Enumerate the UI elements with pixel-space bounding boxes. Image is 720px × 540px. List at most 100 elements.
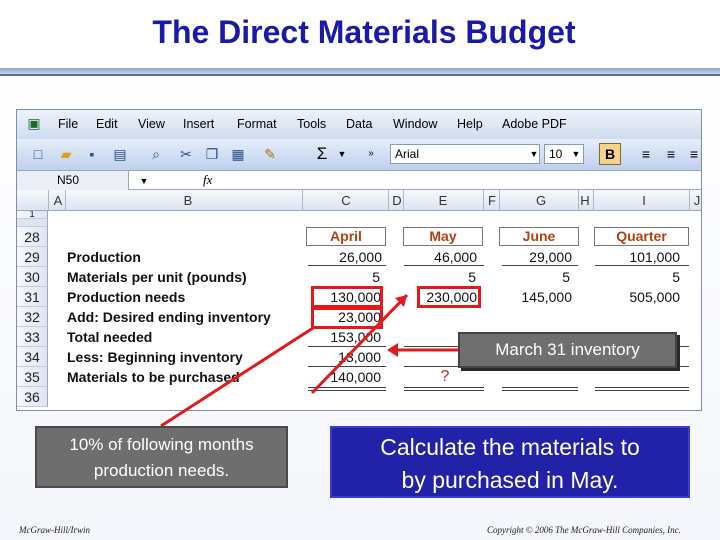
print-icon[interactable]: ▤ [111, 145, 129, 163]
quarter-per-unit[interactable]: 5 [594, 267, 680, 287]
menu-window[interactable]: Window [393, 117, 437, 131]
col-header-g[interactable]: G [499, 193, 583, 208]
row-header-gap [17, 219, 48, 227]
header-april[interactable]: April [306, 227, 386, 246]
size-dropdown-icon[interactable]: ▼ [567, 145, 585, 163]
april-purchases[interactable]: 140,000 [306, 367, 381, 387]
save-icon[interactable]: ▪ [83, 145, 101, 163]
callout-left-line-1: 10% of following months [69, 435, 254, 454]
double-underline-quarter [595, 387, 689, 391]
callout-right-line-2: by purchased in May. [401, 467, 619, 493]
row-header-29[interactable]: 29 [17, 247, 48, 267]
row-header-1[interactable]: 1 [17, 211, 48, 219]
col-header-h[interactable]: H [578, 193, 592, 208]
row-header-28[interactable]: 28 [17, 227, 48, 247]
align-center-icon[interactable]: ≡ [662, 145, 680, 163]
menu-format[interactable]: Format [237, 117, 277, 131]
underline-may-production [404, 265, 484, 266]
header-june[interactable]: June [499, 227, 579, 246]
col-header-i[interactable]: I [595, 193, 693, 208]
double-underline-june [502, 387, 578, 391]
name-box[interactable]: N50 [17, 171, 129, 190]
may-per-unit[interactable]: 5 [403, 267, 476, 287]
row-header-31[interactable]: 31 [17, 287, 48, 307]
highlight-april-ending-inventory [311, 307, 383, 329]
name-box-dropdown-icon[interactable]: ▼ [135, 172, 153, 190]
may-production[interactable]: 46,000 [403, 247, 477, 267]
menu-help[interactable]: Help [457, 117, 483, 131]
label-materials-per-unit[interactable]: Materials per unit (pounds) [67, 267, 247, 287]
callout-left-line-2: production needs. [93, 461, 230, 480]
autosum-dropdown-icon[interactable]: ▼ [333, 145, 351, 163]
label-production-needs[interactable]: Production needs [67, 287, 185, 307]
row-header-30[interactable]: 30 [17, 267, 48, 287]
autosum-icon[interactable]: Σ [313, 145, 331, 163]
open-icon[interactable]: ▰ [57, 145, 75, 163]
underline-april-total [308, 346, 386, 347]
quarter-production[interactable]: 101,000 [594, 247, 680, 267]
cut-icon[interactable]: ✂ [177, 145, 195, 163]
june-production[interactable]: 29,000 [499, 247, 572, 267]
menu-file[interactable]: File [58, 117, 78, 131]
menu-edit[interactable]: Edit [96, 117, 118, 131]
col-header-f[interactable]: F [485, 193, 499, 208]
col-header-a[interactable]: A [51, 193, 65, 208]
toolbar-options-icon[interactable]: » [362, 145, 380, 163]
excel-app-icon[interactable]: ▣ [25, 114, 43, 132]
row-header-33[interactable]: 33 [17, 327, 48, 347]
footer-publisher: McGraw-Hill/Irwin [19, 525, 90, 535]
new-icon[interactable]: □ [29, 145, 47, 163]
align-right-icon[interactable]: ≡ [685, 145, 701, 163]
label-total-needed[interactable]: Total needed [67, 327, 152, 347]
label-production[interactable]: Production [67, 247, 141, 267]
align-left-icon[interactable]: ≡ [637, 145, 655, 163]
slide-title: The Direct Materials Budget [152, 14, 576, 50]
fx-icon[interactable]: fx [203, 172, 212, 188]
june-production-needs[interactable]: 145,000 [499, 287, 572, 307]
standard-toolbar: □ ▰ ▪ ▤ ⌕ ✂ ❐ ▦ ✎ Σ ▼ » Arial ▼ 10 ▼ B ≡… [17, 139, 701, 170]
header-quarter[interactable]: Quarter [594, 227, 689, 246]
row-header-32[interactable]: 32 [17, 307, 48, 327]
label-desired-ending-inventory[interactable]: Add: Desired ending inventory [67, 307, 271, 327]
menu-tools[interactable]: Tools [297, 117, 326, 131]
paste-icon[interactable]: ▦ [229, 145, 247, 163]
copy-icon[interactable]: ❐ [203, 145, 221, 163]
underline-june-production [502, 265, 578, 266]
col-header-j[interactable]: J [690, 193, 701, 208]
row-header-35[interactable]: 35 [17, 367, 48, 387]
may-purchases-unknown[interactable]: ? [435, 367, 455, 387]
menu-insert[interactable]: Insert [183, 117, 214, 131]
col-header-e[interactable]: E [401, 193, 485, 208]
label-materials-purchased[interactable]: Materials to be purchased [67, 367, 240, 387]
menu-bar: ▣ File Edit View Insert Format Tools Dat… [17, 110, 701, 139]
highlight-april-production-needs [311, 286, 383, 308]
underline-april-production [308, 265, 386, 266]
footer-copyright: Copyright © 2006 The McGraw-Hill Compani… [487, 525, 681, 535]
april-beginning-inventory[interactable]: 13,000 [306, 347, 381, 367]
callout-march-inventory: March 31 inventory [458, 332, 677, 368]
bold-button[interactable]: B [599, 143, 621, 165]
formula-bar: N50 ▼ fx [17, 170, 701, 190]
row-header-34[interactable]: 34 [17, 347, 48, 367]
font-dropdown-icon[interactable]: ▼ [525, 145, 543, 163]
april-production[interactable]: 26,000 [306, 247, 382, 267]
callout-right-line-1: Calculate the materials to [380, 434, 640, 460]
june-per-unit[interactable]: 5 [499, 267, 570, 287]
row-header-36[interactable]: 36 [17, 387, 48, 407]
header-may[interactable]: May [403, 227, 483, 246]
april-total-needed[interactable]: 153,000 [306, 327, 381, 347]
april-per-unit[interactable]: 5 [306, 267, 380, 287]
menu-data[interactable]: Data [346, 117, 372, 131]
col-header-c[interactable]: C [302, 193, 390, 208]
slide: The Direct Materials Budget ▣ File Edit … [0, 0, 720, 540]
research-icon[interactable]: ⌕ [147, 145, 165, 163]
menu-adobe-pdf[interactable]: Adobe PDF [502, 117, 567, 131]
callout-calculate-may: Calculate the materials to by purchased … [330, 426, 690, 498]
quarter-production-needs[interactable]: 505,000 [594, 287, 680, 307]
double-underline-may [404, 387, 484, 391]
menu-view[interactable]: View [138, 117, 165, 131]
col-header-b[interactable]: B [77, 193, 299, 208]
format-painter-icon[interactable]: ✎ [261, 145, 279, 163]
font-name-select[interactable]: Arial [390, 144, 540, 164]
label-beginning-inventory[interactable]: Less: Beginning inventory [67, 347, 243, 367]
